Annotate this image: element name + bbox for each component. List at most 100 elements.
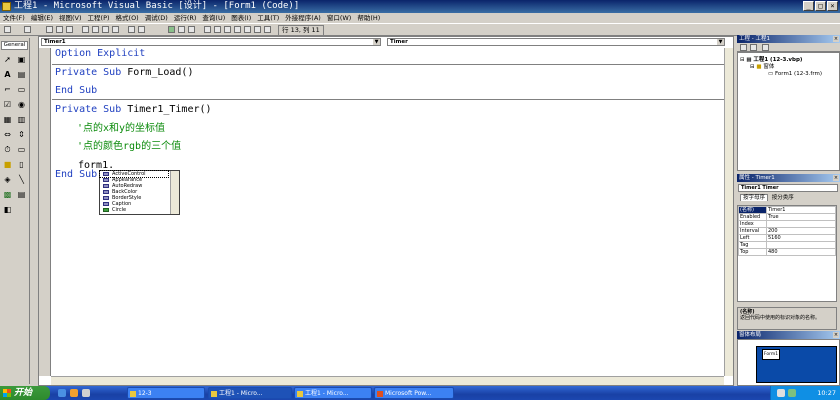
property-value[interactable] [766,241,836,249]
close-icon[interactable]: × [833,36,839,42]
menu-project[interactable]: 工程(P) [85,13,113,24]
task-vb-2[interactable]: 工程1 - Micro... [294,387,372,399]
timer-icon[interactable]: ⏱ [1,143,14,156]
line-icon[interactable]: ╲ [15,173,28,186]
dirlistbox-icon[interactable]: ■ [1,158,14,171]
hscrollbar-icon[interactable]: ⇔ [1,128,14,141]
properties-window-icon[interactable] [214,26,221,33]
code-comment[interactable]: '点的x和y的坐标值 [77,123,165,135]
redo-icon[interactable] [138,26,145,33]
list-item[interactable]: Circle [100,207,179,213]
menu-editor-icon[interactable] [46,26,53,33]
horizontal-scrollbar[interactable] [51,376,724,385]
task-powerpoint[interactable]: Microsoft Pow... [374,387,454,399]
table-row[interactable]: (名称) Timer1 [738,206,836,214]
property-value[interactable]: True [766,213,836,221]
toggle-folders-icon[interactable] [762,44,769,51]
tree-item-form1[interactable]: ▭ Form1 (12-3.frm) [768,71,822,78]
autocomplete-scrollbar[interactable] [170,171,179,214]
property-value[interactable]: Timer1 [766,206,836,214]
tab-categorized[interactable]: 按分类序 [770,195,796,201]
add-form-icon[interactable] [24,26,31,33]
optionbutton-icon[interactable]: ◉ [15,98,28,111]
view-object-icon[interactable] [750,44,757,51]
menu-query[interactable]: 查询(U) [199,13,228,24]
image-icon[interactable]: ▩ [1,188,14,201]
table-row[interactable]: Top 480 [738,248,836,256]
stop-icon[interactable] [188,26,195,33]
drivelistbox-icon[interactable]: ▭ [15,143,28,156]
add-project-icon[interactable] [4,26,11,33]
checkbox-icon[interactable]: ☑ [1,98,14,111]
save-icon[interactable] [66,26,73,33]
component-manager-icon[interactable] [264,26,271,33]
form-layout-icon[interactable] [224,26,231,33]
code-line[interactable]: Private Sub Timer1_Timer() [55,104,212,116]
vscrollbar-icon[interactable]: ⇕ [15,128,28,141]
autocomplete-list[interactable]: ActiveControl Appearance AutoRedraw Back… [99,170,180,215]
vertical-scrollbar[interactable] [724,48,733,376]
start-button[interactable]: 开始 [0,386,50,400]
tab-alphabetic[interactable]: 按字母序 [740,194,769,201]
network-icon[interactable] [788,389,796,397]
object-combo[interactable]: Timer1 ▼ [41,38,381,46]
shape-icon[interactable]: ◈ [1,173,14,186]
table-row[interactable]: Index [738,220,836,228]
open-icon[interactable] [56,26,63,33]
data-view-icon[interactable] [254,26,261,33]
properties-object-combo[interactable]: Timer1 Timer [738,184,838,192]
code-line[interactable]: Option Explicit [55,48,145,60]
combobox-icon[interactable]: ▦ [1,113,14,126]
code-line[interactable]: Private Sub Form_Load() [55,67,193,79]
toolbox-tab[interactable]: General [1,41,28,50]
task-vb-1[interactable]: 工程1 - Micro... [208,387,292,399]
property-value[interactable]: 480 [766,248,836,256]
chevron-down-icon[interactable]: ▼ [717,39,724,45]
menu-view[interactable]: 视图(V) [56,13,85,24]
tree-item-project[interactable]: ⊟ ▦ 工程1 (12-3.vbp) [740,57,802,64]
code-line[interactable]: End Sub [55,169,97,181]
toolbox-icon[interactable] [244,26,251,33]
run-icon[interactable] [168,26,175,33]
maximize-button[interactable]: □ [815,1,826,11]
clock[interactable]: 10:27 [817,386,836,400]
commandbutton-icon[interactable]: ▭ [15,83,28,96]
data-icon[interactable]: ▤ [15,188,28,201]
copy-icon[interactable] [92,26,99,33]
volume-icon[interactable] [777,389,785,397]
menu-format[interactable]: 格式(O) [113,13,142,24]
filelistbox-icon[interactable]: ▯ [15,158,28,171]
property-value[interactable]: 200 [766,227,836,235]
code-line[interactable]: End Sub [55,85,97,97]
label-icon[interactable]: A [1,68,14,81]
break-icon[interactable] [178,26,185,33]
task-12-3[interactable]: 12-3 [127,387,205,399]
cut-icon[interactable] [82,26,89,33]
property-value[interactable] [766,220,836,228]
project-explorer-icon[interactable] [204,26,211,33]
menu-debug[interactable]: 调试(D) [142,13,171,24]
textbox-icon[interactable]: ▤ [15,68,28,81]
picturebox-icon[interactable]: ▣ [15,53,28,66]
table-row[interactable]: Left 5160 [738,234,836,242]
minimize-button[interactable]: _ [803,1,814,11]
tree-item-forms-folder[interactable]: ⊟ ■ 窗体 [750,64,774,71]
menu-addins[interactable]: 外接程序(A) [282,13,324,24]
table-row[interactable]: Enabled True [738,213,836,221]
view-code-icon[interactable] [740,44,747,51]
menu-run[interactable]: 运行(R) [171,13,200,24]
frame-icon[interactable]: ⌐ [1,83,14,96]
listbox-icon[interactable]: ▥ [15,113,28,126]
media-icon[interactable] [70,389,78,397]
pointer-icon[interactable]: ➚ [1,53,14,66]
menu-edit[interactable]: 编辑(E) [28,13,56,24]
table-row[interactable]: Tag [738,241,836,249]
procedure-combo[interactable]: Timer ▼ [387,38,725,46]
code-comment[interactable]: '点的颜色rgb的三个值 [77,141,181,153]
find-icon[interactable] [112,26,119,33]
form-preview[interactable]: Form1 [762,349,780,360]
ie-icon[interactable] [58,389,66,397]
close-icon[interactable]: × [833,332,839,338]
menu-help[interactable]: 帮助(H) [354,13,383,24]
menu-window[interactable]: 窗口(W) [324,13,355,24]
